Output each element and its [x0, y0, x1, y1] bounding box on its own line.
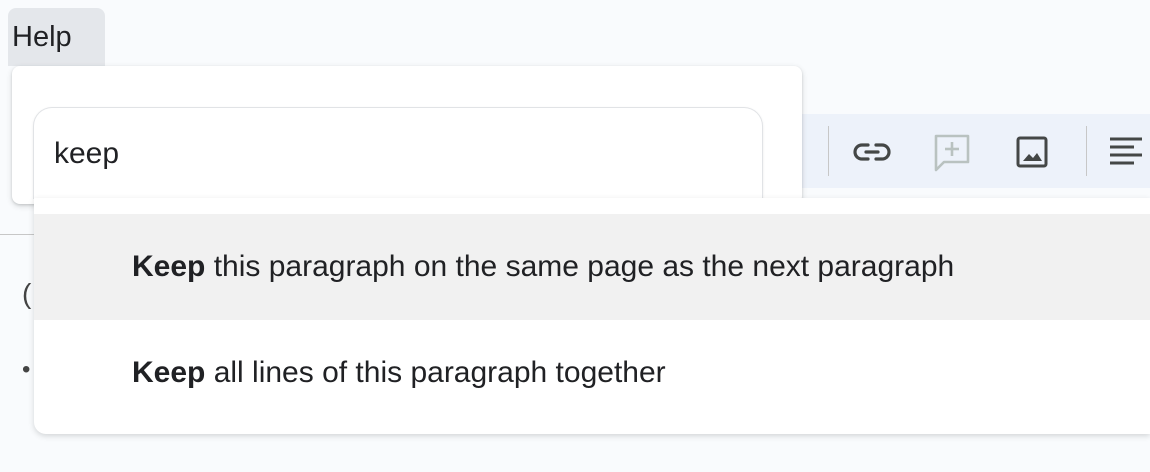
search-result-keep-lines-together[interactable]: Keep all lines of this paragraph togethe… — [34, 320, 1150, 426]
search-menus-box — [34, 108, 762, 198]
toolbar-separator — [828, 126, 829, 176]
search-results-list: Keep this paragraph on the same page as … — [34, 198, 1150, 434]
align-left-icon[interactable] — [1104, 130, 1148, 174]
result-rest-text: this paragraph on the same page as the n… — [205, 250, 955, 283]
add-comment-icon[interactable] — [930, 130, 974, 174]
menu-bar: Help — [0, 0, 1150, 66]
result-match-text: Keep — [132, 356, 206, 389]
toolbar-separator — [1086, 126, 1087, 176]
result-rest-text: all lines of this paragraph together — [205, 356, 666, 389]
insert-image-icon[interactable] — [1010, 130, 1054, 174]
menu-help[interactable]: Help — [8, 8, 105, 66]
search-menus-input[interactable] — [54, 132, 734, 176]
result-match-text: Keep — [132, 250, 206, 283]
search-result-keep-with-next[interactable]: Keep this paragraph on the same page as … — [34, 214, 1150, 320]
link-icon[interactable] — [850, 130, 894, 174]
obscured-icon: ( — [22, 278, 32, 309]
obscured-icon: • — [22, 356, 31, 383]
